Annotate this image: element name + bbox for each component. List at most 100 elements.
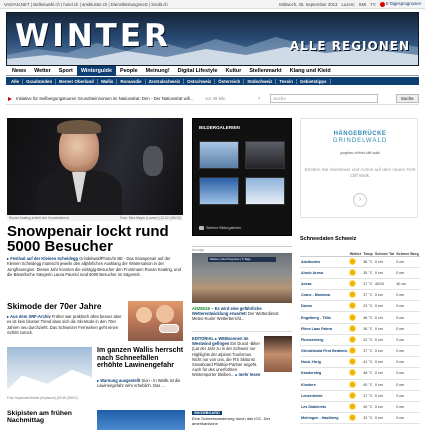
- story4-headline[interactable]: Skipisten am frühen Nachmittag: [7, 410, 95, 425]
- subnav-item[interactable]: Ostschweiz: [184, 78, 216, 84]
- sun-icon: [349, 392, 355, 398]
- subnav-item[interactable]: Tessin: [276, 78, 297, 84]
- lead-headline[interactable]: Snowpenair lockt rund 5000 Besucher: [7, 224, 183, 254]
- table-row[interactable]: Davos 23 °C 0 cm 0 cm: [300, 300, 420, 313]
- sun-icon: [349, 292, 355, 298]
- gallery-thumb[interactable]: [199, 141, 239, 169]
- snow-mountain-cell: 0 cm: [395, 401, 420, 414]
- resort-name[interactable]: Hoch-Ybrig: [300, 356, 349, 369]
- nav-item-kultur[interactable]: Kultur: [221, 66, 245, 76]
- gallery-thumb[interactable]: [199, 177, 239, 205]
- resort-name[interactable]: Klosters: [300, 379, 349, 391]
- resort-name[interactable]: Lenzerheide: [300, 390, 349, 402]
- temp-cell: 35 °C: [362, 267, 374, 279]
- ticker-message[interactable]: Initiative für Seilbergungstouren Grunds…: [16, 96, 201, 101]
- nav-item-stellenmarkt[interactable]: Stellenmarkt: [245, 66, 285, 76]
- table-row[interactable]: Arosa 37 °C 40/10 40 cm: [300, 278, 420, 291]
- subnav-item[interactable]: Alle: [8, 78, 24, 84]
- resort-name[interactable]: Flims Laax Falera: [300, 323, 349, 335]
- tv-text[interactable]: TV: [370, 2, 376, 7]
- resort-name[interactable]: Davos: [300, 300, 349, 313]
- resort-name[interactable]: Meiringen - Hasliberg: [300, 412, 349, 425]
- temp-cell: 23 °C: [362, 300, 374, 313]
- ad-title1: HÄNGEBRÜCKE: [333, 131, 387, 137]
- forecast-link[interactable]: 5 Tagesprognosen: [379, 1, 421, 7]
- advertisement[interactable]: HÄNGEBRÜCKE GRINDELWALD jungfrau.ch/firs…: [300, 118, 418, 218]
- table-row[interactable]: Lenzerheide 37 °C 0 cm 0 cm: [300, 390, 420, 402]
- story2-headline[interactable]: Skimode der 70er Jahre: [7, 301, 137, 311]
- teaser-tag[interactable]: ▸ Festival auf der Kleinen Scheidegg: [7, 256, 78, 261]
- subnav-item[interactable]: Graubünden: [23, 78, 57, 84]
- snow-mountain-cell: 0 cm: [395, 267, 420, 279]
- table-row[interactable]: Adelboden 36 °C 0 cm 0 cm: [300, 256, 420, 268]
- sun-icon: [349, 269, 355, 275]
- subnav-item[interactable]: Romandie: [117, 78, 146, 84]
- gallery-box[interactable]: BILDERGALERIEN Weitere Bildergalerien: [192, 118, 292, 236]
- chevron-right-icon[interactable]: ›: [353, 193, 367, 207]
- region-selector[interactable]: ALLE REGIONEN: [290, 39, 410, 53]
- table-row[interactable]: Kandersteg 48 °C 0 cm 0 cm: [300, 367, 420, 380]
- story3-image[interactable]: [7, 347, 92, 395]
- lead-image[interactable]: [7, 118, 183, 215]
- nav-item-winterguide[interactable]: Winterguide: [76, 65, 116, 76]
- table-row[interactable]: Grindelwald First Beatenb. 37 °C 0 cm 0 cm: [300, 345, 420, 358]
- nav-item-sport[interactable]: Sport: [55, 66, 77, 76]
- date-text: Mittwoch, 25. September 2013: [279, 1, 338, 7]
- table-row[interactable]: Airolo Arosa 35 °C 0 cm 0 cm: [300, 267, 420, 279]
- editorial-image[interactable]: [264, 336, 292, 372]
- winter-banner[interactable]: WINTER ALLE REGIONEN: [6, 12, 419, 66]
- nav-item-meinung[interactable]: Meinung!: [142, 66, 174, 76]
- network-links[interactable]: VADIAN.NET | stellenwahl.ch | hotel.ch |…: [4, 2, 168, 7]
- table-row[interactable]: Flims Laax Falera 36 °C 0 cm 0 cm: [300, 323, 420, 335]
- resort-name[interactable]: Adelboden: [300, 256, 349, 268]
- table-row[interactable]: Engelberg - Titlis 48 °C 0 cm 0 cm: [300, 311, 420, 324]
- snowboard-text[interactable]: Eine Schneewanderung durch das IOC. Der …: [192, 416, 292, 426]
- table-row[interactable]: Flumserberg 22 °C 0 cm 0 cm: [300, 334, 420, 347]
- subnav-item[interactable]: Gebietstipps: [297, 78, 331, 84]
- winter-logo: WINTER: [15, 18, 171, 54]
- nav-item-news[interactable]: News: [8, 66, 30, 76]
- subnav-item[interactable]: Zentralschweiz: [146, 78, 185, 84]
- subnav-item[interactable]: Österreich: [215, 78, 245, 84]
- resort-name[interactable]: Engelberg - Titlis: [300, 311, 349, 324]
- snow-valley-cell: 0 cm: [373, 311, 396, 324]
- table-row[interactable]: Meiringen - Hasliberg 33 °C 0 cm 0 cm: [300, 412, 420, 425]
- story2-image[interactable]: [128, 301, 183, 341]
- resort-name[interactable]: Les Diablerets: [300, 401, 349, 414]
- table-row[interactable]: Les Diablerets 40 °C 0 cm 0 cm: [300, 401, 420, 414]
- story4-image[interactable]: [97, 410, 185, 430]
- smi-text[interactable]: SMI: [359, 2, 367, 7]
- resort-name[interactable]: Airolo Arosa: [300, 267, 349, 279]
- nav-item-digital[interactable]: Digital Lifestyle: [174, 66, 222, 76]
- table-row[interactable]: Hoch-Ybrig 41 °C 0 cm 0 cm: [300, 356, 420, 369]
- search-button[interactable]: Suche: [395, 94, 419, 103]
- weather-image[interactable]: Wetter | Die Prognose | 5 Tage: [192, 253, 292, 303]
- resort-name[interactable]: Arosa: [300, 278, 349, 291]
- snowboard-tag[interactable]: SNOWBOARD: [192, 411, 222, 415]
- table-row[interactable]: Klosters 40 °C 0 cm 0 cm: [300, 379, 420, 391]
- story2-tag[interactable]: ▸ Aus dem SRF-Archiv: [7, 314, 51, 319]
- nav-item-people[interactable]: People: [116, 66, 142, 76]
- search-input[interactable]: Suche: [270, 94, 378, 103]
- table-row[interactable]: Crans - Montana 37 °C 0 cm 0 cm: [300, 289, 420, 302]
- nav-item-wetter[interactable]: Wetter: [30, 66, 55, 76]
- resort-name[interactable]: Flumserberg: [300, 334, 349, 347]
- temp-cell: 40 °C: [362, 379, 374, 391]
- resort-name[interactable]: Crans - Montana: [300, 289, 349, 302]
- snow-mountain-cell: 0 cm: [395, 311, 420, 324]
- subnav-item[interactable]: Südschweiz: [244, 78, 277, 84]
- read-more-link[interactable]: ▸ mehr lesen: [235, 372, 260, 377]
- chevron-right-icon[interactable]: ›: [258, 96, 260, 102]
- gallery-more[interactable]: Weitere Bildergalerien: [199, 226, 241, 230]
- gallery-thumb[interactable]: [245, 141, 285, 169]
- story3-text: ▸ Warnung ausgestellt Sion - In Wallis i…: [97, 378, 181, 389]
- gallery-thumb[interactable]: [245, 177, 285, 205]
- weather-cell: [348, 401, 363, 414]
- weather-cell: [348, 367, 363, 380]
- story3-headline[interactable]: Im ganzen Wallis herrscht nach Schneefäl…: [97, 347, 185, 370]
- subnav-item[interactable]: Berner Oberland: [56, 78, 98, 84]
- resort-name[interactable]: Kandersteg: [300, 367, 349, 380]
- resort-name[interactable]: Grindelwald First Beatenb.: [300, 345, 349, 358]
- nav-item-klang[interactable]: Klang und Kleid: [286, 66, 335, 76]
- subnav-item[interactable]: Wallis: [98, 78, 118, 84]
